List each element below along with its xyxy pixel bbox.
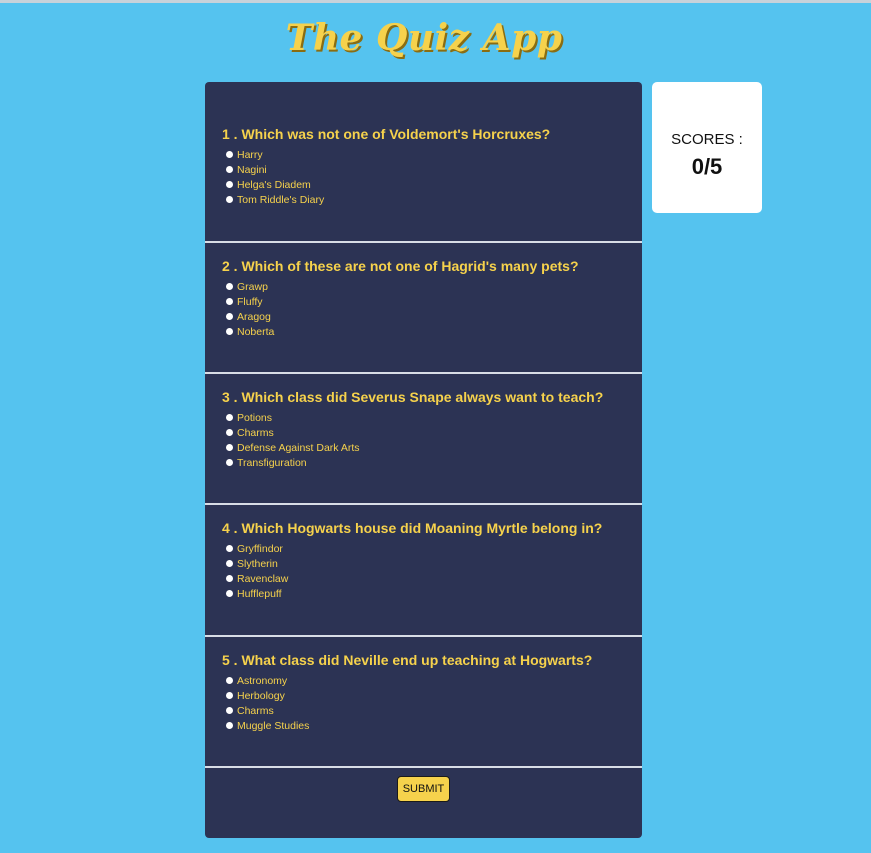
radio-button[interactable] [226,459,233,466]
question-text: 4 . Which Hogwarts house did Moaning Myr… [222,520,603,536]
question-text: 5 . What class did Neville end up teachi… [222,652,593,668]
question-divider [205,241,642,243]
answer-option[interactable]: Defense Against Dark Arts [222,440,642,455]
answer-option[interactable]: Charms [222,703,642,718]
option-label: Potions [237,411,273,424]
option-label: Hufflepuff [237,587,282,600]
answer-option[interactable]: Helga's Diadem [222,177,642,192]
radio-button[interactable] [226,414,233,421]
question-divider [205,503,642,505]
question-divider [205,372,642,374]
answer-option[interactable]: Nagini [222,162,642,177]
answer-option[interactable]: Harry [222,147,642,162]
answer-option[interactable]: Astronomy [222,673,642,688]
radio-button[interactable] [226,298,233,305]
option-label: Charms [237,426,274,439]
answer-option[interactable]: Tom Riddle's Diary [222,192,642,207]
option-label: Helga's Diadem [237,178,311,191]
question-2: 2 . Which of these are not one of Hagrid… [205,258,642,339]
answer-option[interactable]: Potions [222,410,642,425]
question-divider [205,766,642,768]
radio-button[interactable] [226,545,233,552]
score-label: SCORES : [671,131,743,148]
radio-button[interactable] [226,444,233,451]
question-3: 3 . Which class did Severus Snape always… [205,389,642,470]
option-label: Grawp [237,280,268,293]
question-4: 4 . Which Hogwarts house did Moaning Myr… [205,520,642,601]
radio-button[interactable] [226,677,233,684]
answer-option[interactable]: Transfiguration [222,455,642,470]
question-text: 1 . Which was not one of Voldemort's Hor… [222,126,551,142]
answer-option[interactable]: Slytherin [222,556,642,571]
radio-button[interactable] [226,707,233,714]
radio-button[interactable] [226,283,233,290]
radio-button[interactable] [226,313,233,320]
option-label: Noberta [237,325,275,338]
option-label: Muggle Studies [237,719,310,732]
radio-button[interactable] [226,590,233,597]
radio-button[interactable] [226,575,233,582]
question-text: 3 . Which class did Severus Snape always… [222,389,604,405]
option-label: Harry [237,148,263,161]
radio-button[interactable] [226,328,233,335]
answer-option[interactable]: Gryffindor [222,541,642,556]
answer-option[interactable]: Fluffy [222,294,642,309]
score-card: SCORES : 0/5 [652,82,762,213]
answer-option[interactable]: Muggle Studies [222,718,642,733]
radio-button[interactable] [226,560,233,567]
question-divider [205,635,642,637]
option-label: Tom Riddle's Diary [237,193,325,206]
submit-button[interactable]: SUBMIT [397,776,450,802]
radio-button[interactable] [226,196,233,203]
radio-button[interactable] [226,151,233,158]
option-label: Gryffindor [237,542,283,555]
quiz-panel: 1 . Which was not one of Voldemort's Hor… [205,82,642,838]
question-5: 5 . What class did Neville end up teachi… [205,652,642,733]
app-title: The Quiz App [285,17,563,59]
option-label: Slytherin [237,557,278,570]
radio-button[interactable] [226,181,233,188]
option-label: Fluffy [237,295,263,308]
option-label: Transfiguration [237,456,307,469]
option-label: Charms [237,704,274,717]
option-label: Nagini [237,163,267,176]
question-text: 2 . Which of these are not one of Hagrid… [222,258,579,274]
option-label: Ravenclaw [237,572,289,585]
answer-option[interactable]: Noberta [222,324,642,339]
question-1: 1 . Which was not one of Voldemort's Hor… [205,126,642,207]
option-label: Herbology [237,689,285,702]
answer-option[interactable]: Hufflepuff [222,586,642,601]
option-label: Defense Against Dark Arts [237,441,360,454]
option-label: Aragog [237,310,271,323]
radio-button[interactable] [226,692,233,699]
answer-option[interactable]: Herbology [222,688,642,703]
answer-option[interactable]: Charms [222,425,642,440]
radio-button[interactable] [226,722,233,729]
option-label: Astronomy [237,674,288,687]
answer-option[interactable]: Aragog [222,309,642,324]
answer-option[interactable]: Grawp [222,279,642,294]
answer-option[interactable]: Ravenclaw [222,571,642,586]
score-value: 0/5 [691,154,723,179]
radio-button[interactable] [226,166,233,173]
radio-button[interactable] [226,429,233,436]
